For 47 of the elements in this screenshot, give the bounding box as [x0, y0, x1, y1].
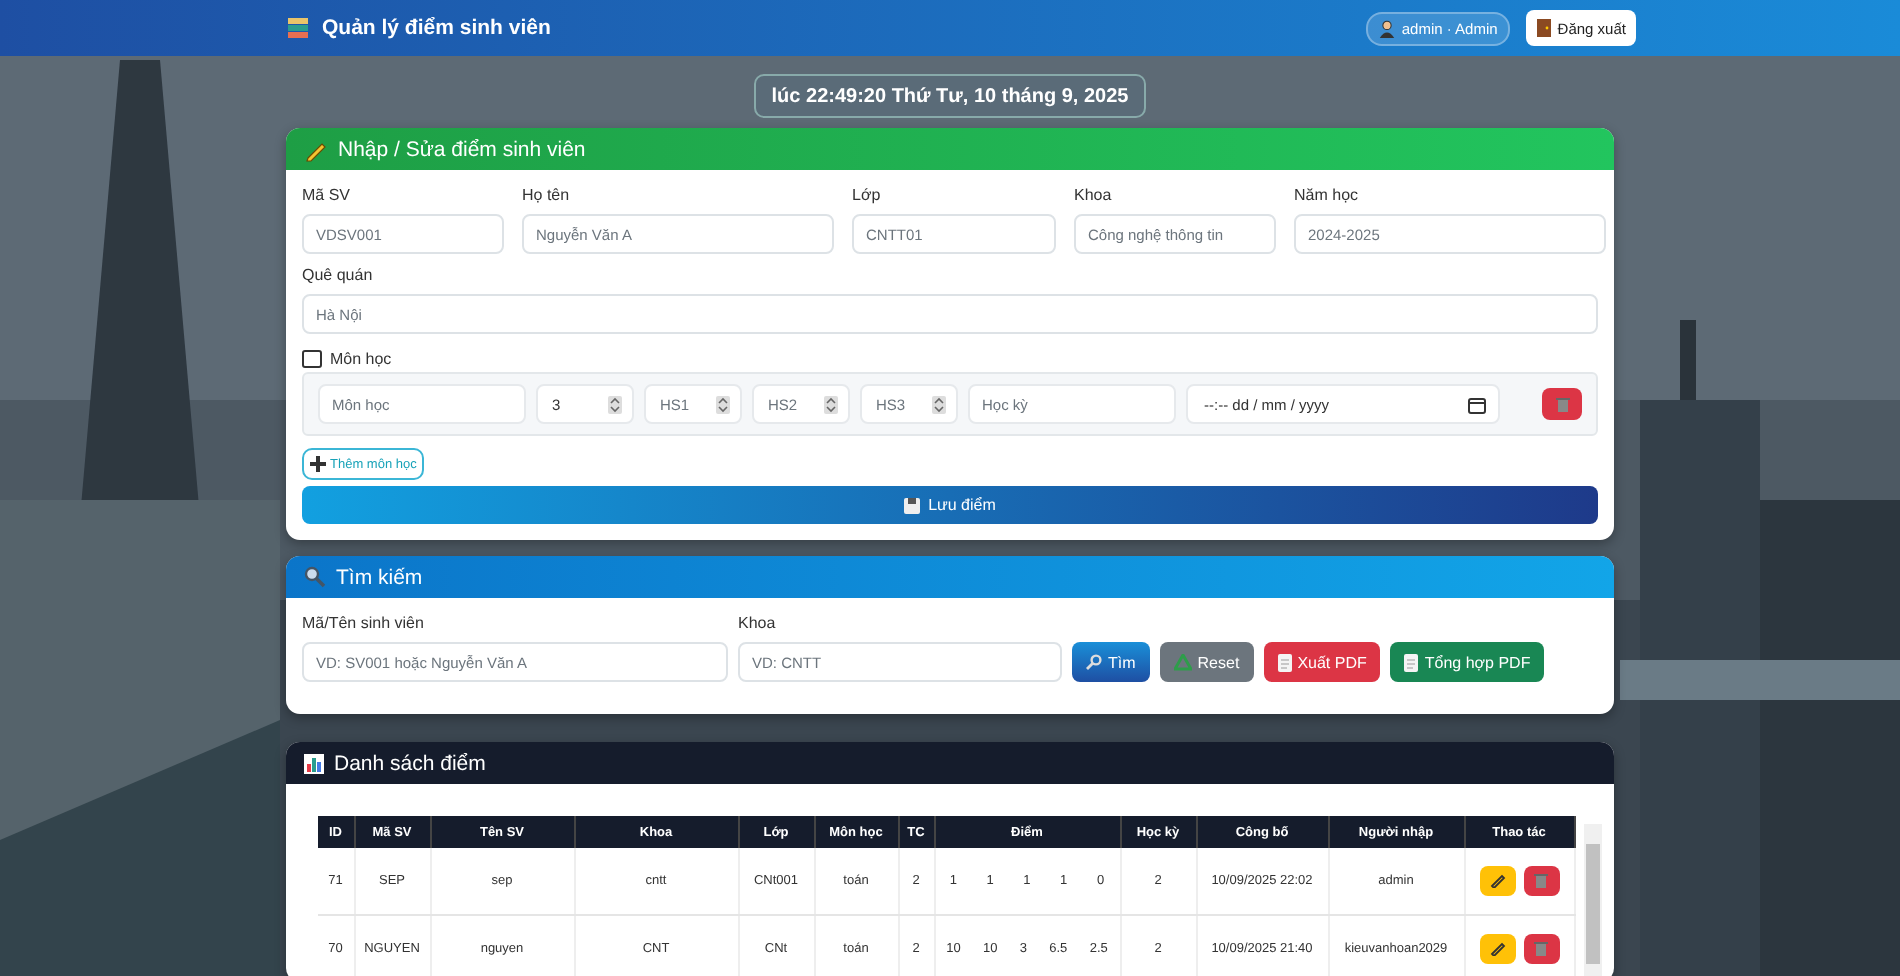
door-icon: [1535, 18, 1552, 38]
pencil-icon: [1489, 940, 1505, 957]
square-icon: [302, 350, 322, 368]
delete-button[interactable]: [1523, 933, 1559, 964]
document-icon: [1277, 653, 1292, 671]
delete-button[interactable]: [1523, 865, 1559, 896]
app-title: Quản lý điểm sinh viên: [322, 16, 551, 40]
plus-icon: [310, 456, 326, 472]
trash-icon: [1555, 396, 1569, 412]
spinner-icon: [824, 395, 838, 413]
scrollbar[interactable]: [1583, 824, 1601, 976]
field-label: Khoa: [1074, 186, 1114, 204]
summary-button[interactable]: Tổng hợp PDF: [1390, 642, 1545, 682]
field-label: Năm học: [1294, 186, 1361, 204]
field-label: Mã/Tên sinh viên: [302, 614, 426, 632]
calendar-icon: [1468, 395, 1486, 413]
trash-icon: [1534, 940, 1548, 957]
card-title: Nhập / Sửa điểm sinh viên: [338, 137, 586, 161]
floppy-icon: [904, 497, 921, 513]
field-label: Quê quán: [302, 266, 375, 284]
user-icon: [1377, 19, 1396, 37]
books-icon: [286, 16, 310, 40]
field-label: Họ tên: [522, 186, 572, 204]
spinner-icon: [716, 395, 730, 413]
pencil-icon: [1489, 872, 1505, 889]
field-label: Khoa: [738, 614, 778, 632]
card-title: Tìm kiếm: [336, 565, 423, 589]
card-title: Danh sách điểm: [334, 751, 486, 775]
edit-button[interactable]: [1479, 865, 1515, 896]
search-icon: [1086, 654, 1102, 670]
spinner-icon: [608, 395, 622, 413]
search-icon: [304, 566, 326, 588]
edit-button[interactable]: [1479, 933, 1515, 964]
field-label: Mã SV: [302, 186, 353, 204]
spinner-icon: [932, 395, 946, 413]
field-label: Lớp: [852, 186, 883, 204]
section-label: Môn học: [330, 350, 392, 368]
chart-icon: [304, 753, 324, 773]
delete-button[interactable]: [1542, 388, 1582, 420]
pdf-button[interactable]: Xuất PDF: [1263, 642, 1381, 682]
trash-icon: [1534, 872, 1548, 889]
search-button[interactable]: Tìm: [1072, 642, 1150, 682]
reset-button[interactable]: Reset: [1159, 642, 1254, 682]
date-time: lúc 22:49:20 Thứ Tư, 10 tháng 9, 2025: [753, 74, 1147, 118]
document-icon: [1404, 653, 1419, 671]
save-button[interactable]: Lưu điểm: [302, 486, 1598, 524]
recycle-icon: [1173, 653, 1192, 671]
